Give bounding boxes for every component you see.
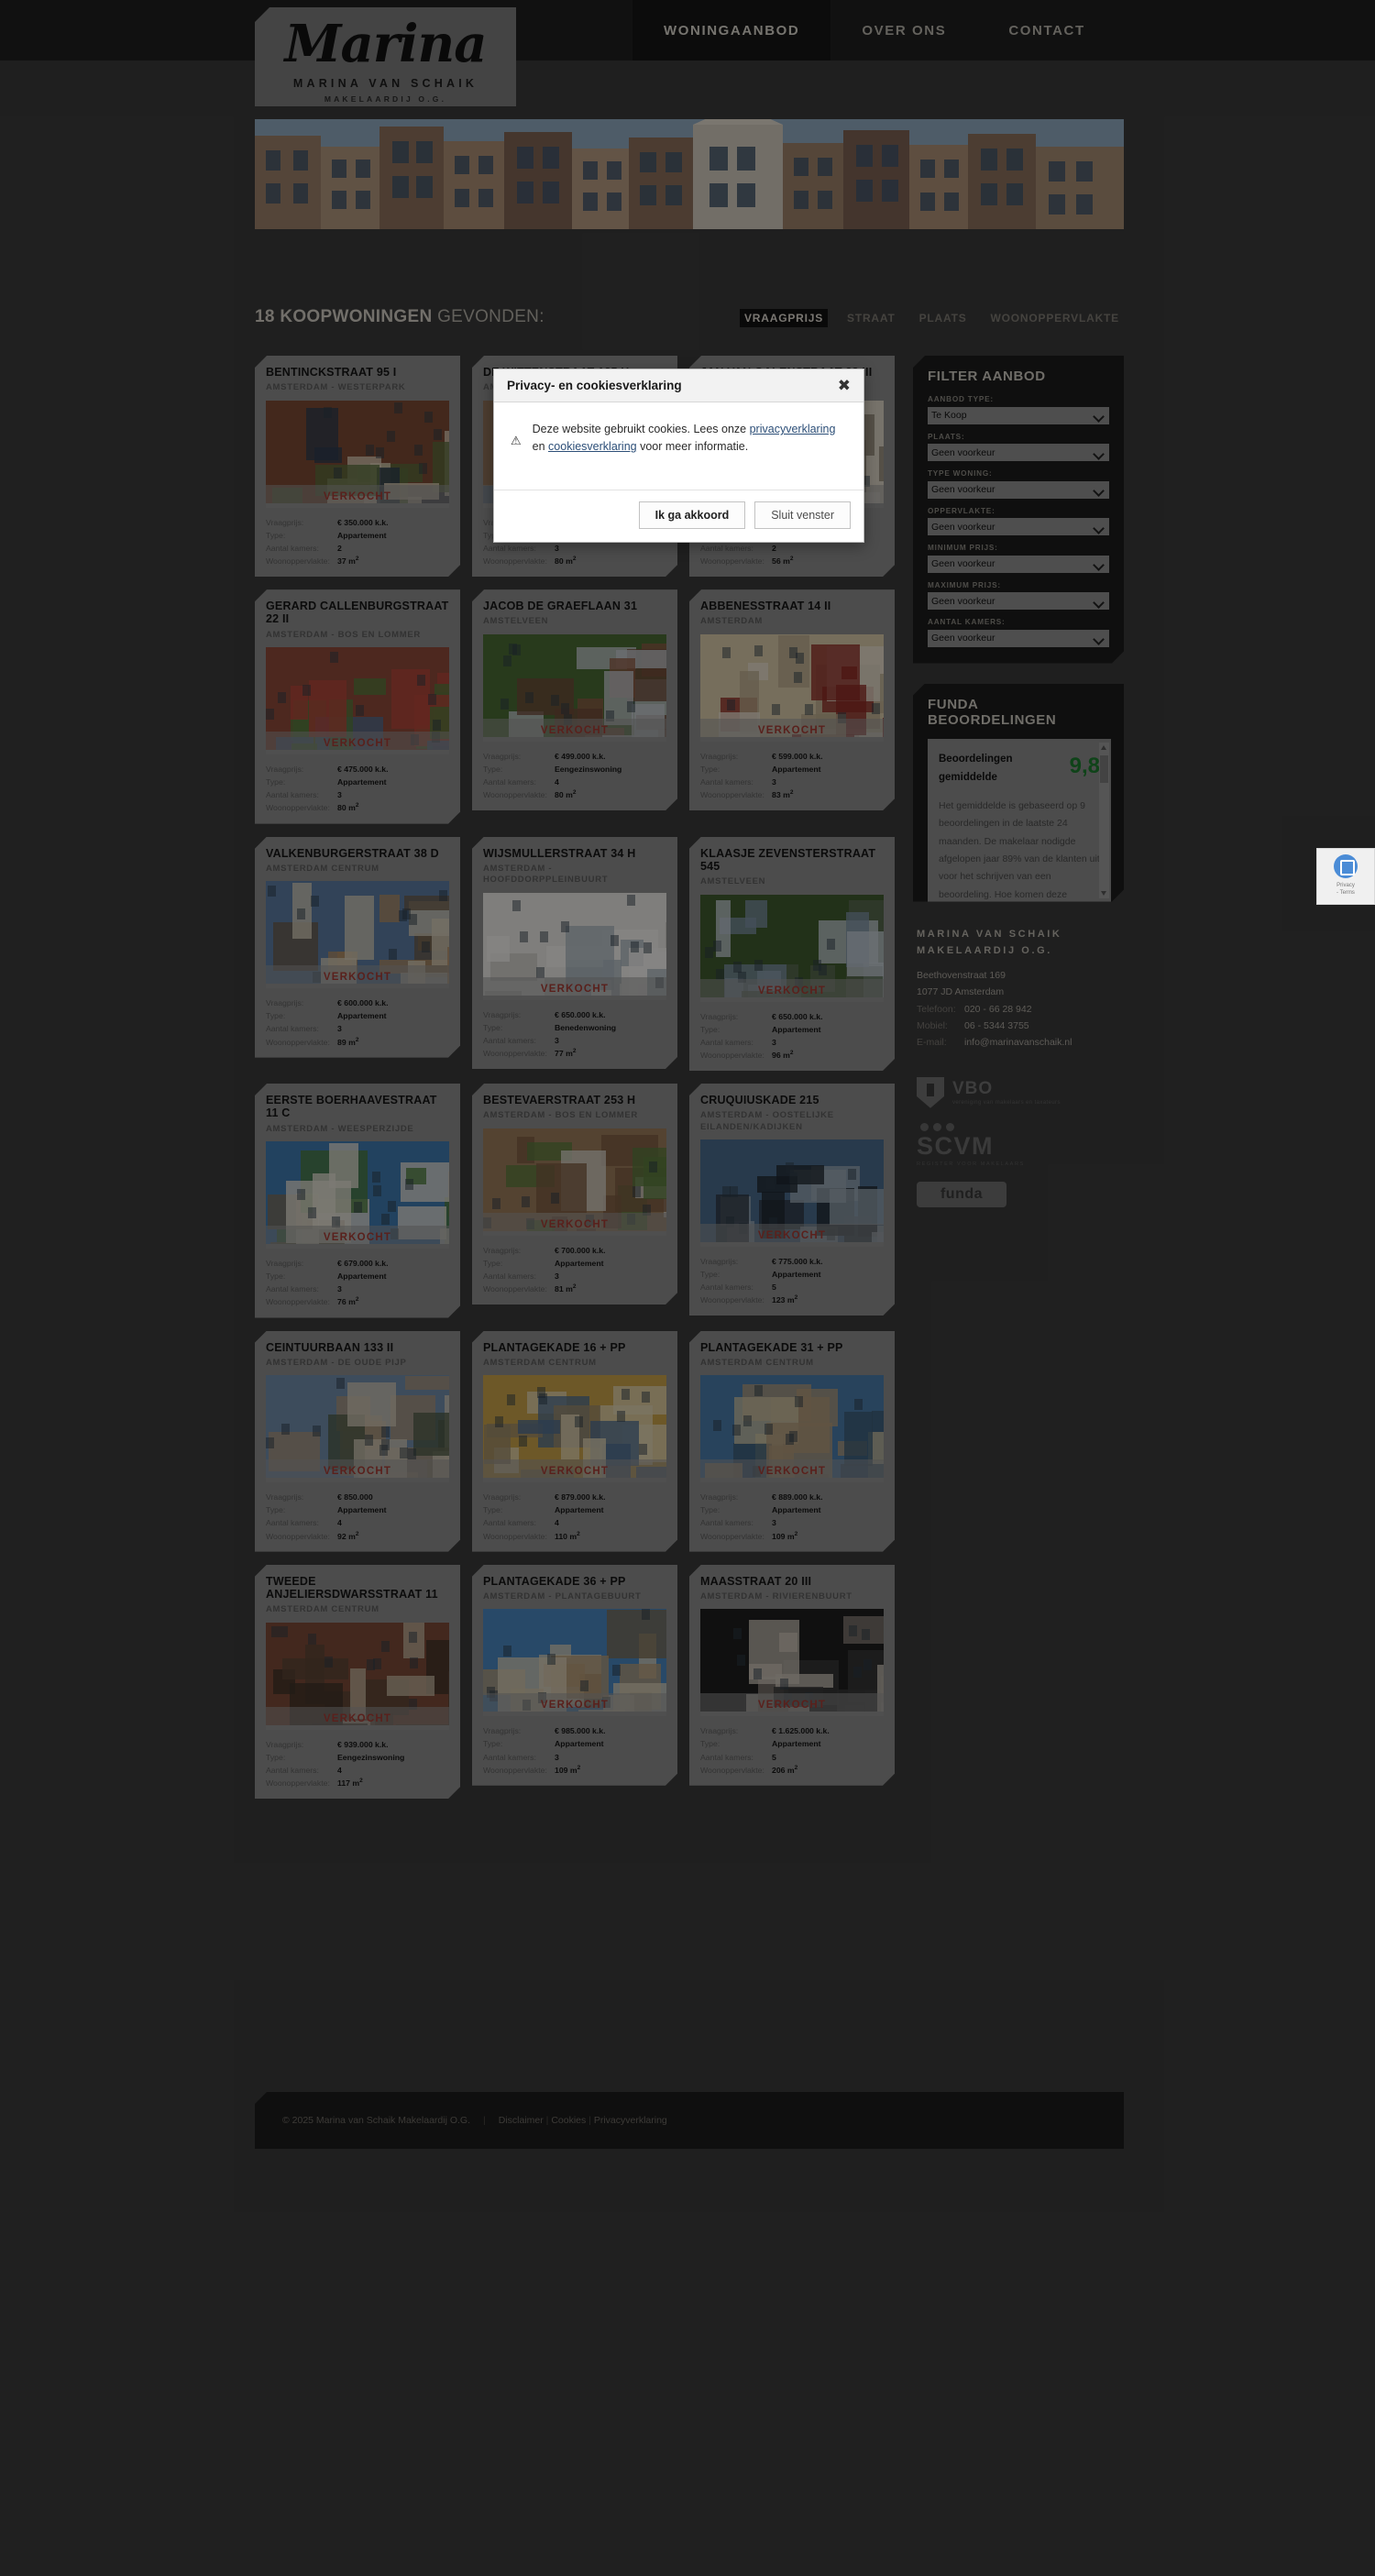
dialog-message-part3: voor meer informatie. — [636, 440, 749, 454]
dialog-message-part1: Deze website gebruikt cookies. Lees onze — [532, 423, 750, 435]
cookie-policy-link[interactable]: cookiesverklaring — [548, 440, 637, 453]
dialog-message: Deze website gebruikt cookies. Lees onze… — [533, 421, 847, 469]
dialog-title: Privacy- en cookiesverklaring — [507, 379, 682, 392]
dialog-header: Privacy- en cookiesverklaring ✖ — [494, 369, 864, 402]
recaptcha-privacy-label[interactable]: Privacy — [1317, 883, 1374, 890]
recaptcha-icon — [1334, 854, 1358, 878]
warning-icon: ⚠ — [511, 434, 522, 447]
dialog-message-part2: en — [532, 440, 549, 454]
accept-button[interactable]: Ik ga akkoord — [638, 501, 746, 529]
cookie-consent-dialog: Privacy- en cookiesverklaring ✖ ⚠ Deze w… — [493, 369, 864, 543]
close-icon[interactable]: ✖ — [838, 378, 851, 393]
page-root: WONINGAANBOD OVER ONS CONTACT Marina MARIN… — [0, 0, 1375, 2576]
close-window-button[interactable]: Sluit venster — [754, 501, 851, 529]
dialog-body: ⚠ Deze website gebruikt cookies. Lees on… — [494, 402, 864, 490]
recaptcha-terms-label[interactable]: - Terms — [1317, 890, 1374, 897]
privacy-policy-link[interactable]: privacyverklaring — [750, 423, 836, 435]
dialog-footer: Ik ga akkoord Sluit venster — [494, 490, 864, 542]
recaptcha-badge[interactable]: Privacy - Terms — [1316, 848, 1375, 905]
